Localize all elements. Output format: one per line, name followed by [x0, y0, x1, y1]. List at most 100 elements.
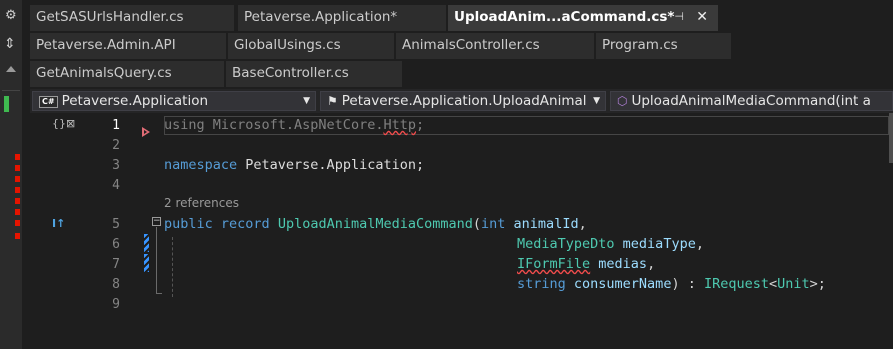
tab-basecontroller[interactable]: BaseController.cs	[226, 61, 402, 87]
type-name: Unit	[777, 276, 810, 292]
tab-row-1: GetSASUrlsHandler.cs Petaverse.Applicati…	[30, 5, 893, 31]
namespace-text: Microsoft.AspNetCore.	[204, 117, 384, 133]
error-token: IFormFile	[517, 256, 591, 272]
tab-label: Petaverse.Application*	[244, 9, 398, 25]
line-number: 3	[112, 158, 120, 173]
punct: (	[472, 216, 482, 232]
tab-uploadanimalmediacommand[interactable]: UploadAnim...aCommand.cs* ⊣ ✕	[448, 5, 718, 31]
quick-actions-icon[interactable]: {}⊠	[52, 117, 75, 130]
tab-label: UploadAnim...aCommand.cs*	[454, 9, 675, 25]
collapse-region-button[interactable]: −	[152, 217, 161, 226]
error-marker[interactable]	[15, 233, 20, 239]
code-line-1[interactable]: using Microsoft.AspNetCore.Http;	[164, 117, 424, 133]
keyword: using	[164, 117, 205, 133]
keyword: public	[164, 216, 213, 232]
error-marker[interactable]	[15, 165, 20, 171]
tab-globalusings[interactable]: GlobalUsings.cs	[228, 33, 394, 59]
error-marker[interactable]	[15, 198, 20, 204]
project-dropdown[interactable]: C# Petaverse.Application ▼	[32, 91, 316, 111]
line-number: 6	[112, 237, 120, 252]
split-editor-icon[interactable]: ⇕	[4, 36, 16, 52]
chevron-down-icon: ▼	[303, 96, 310, 106]
navigation-bar: C# Petaverse.Application ▼ ⚑ Petaverse.App…	[30, 89, 893, 113]
type-name: IRequest	[703, 276, 769, 292]
punct: ,	[578, 216, 587, 232]
member-dropdown[interactable]: ⬡ UploadAnimalMediaCommand(int a	[610, 91, 893, 111]
code-line-6[interactable]: MediaTypeDto mediaType,	[517, 236, 704, 252]
tab-label: Program.cs	[602, 37, 678, 53]
tab-label: GetAnimalsQuery.cs	[36, 65, 172, 81]
line-number: 4	[112, 178, 120, 193]
punct: >;	[809, 276, 826, 292]
vertical-scrollbar[interactable]	[889, 113, 893, 163]
error-marker[interactable]	[15, 176, 20, 182]
code-line-3[interactable]: namespace Petaverse.Application;	[164, 157, 424, 173]
fold-line	[156, 227, 158, 293]
gear-icon[interactable]: ⚙	[5, 8, 17, 23]
fold-line-end	[156, 293, 162, 294]
divider	[2, 90, 20, 91]
line-number: 7	[112, 257, 120, 272]
tab-label: AnimalsController.cs	[402, 37, 540, 53]
breakpoint-arrow-inner	[144, 130, 147, 134]
punct: ;	[415, 117, 425, 133]
tab-label: Petaverse.Admin.API	[36, 37, 176, 53]
type-name: Petaverse.Application.UploadAnimal	[341, 93, 587, 109]
tab-petaverse-admin-api[interactable]: Petaverse.Admin.API	[30, 33, 226, 59]
tab-program[interactable]: Program.cs	[596, 33, 731, 59]
punct: ,	[647, 256, 656, 272]
code-line-8[interactable]: string consumerName) : IRequest<Unit>;	[517, 276, 826, 292]
method-cube-icon: ⬡	[617, 94, 628, 108]
parameter: animalId	[505, 216, 579, 232]
tab-animalscontroller[interactable]: AnimalsController.cs	[396, 33, 594, 59]
error-marker[interactable]	[15, 220, 20, 226]
project-name: Petaverse.Application	[61, 93, 209, 109]
code-editor[interactable]: {}⊠ I↑ 1 2 3 4 5 6 7 8 9 using Microsoft…	[30, 113, 893, 349]
line-number: 5	[112, 217, 120, 232]
punct: <	[769, 276, 778, 292]
type-name: MediaTypeDto	[517, 236, 615, 252]
type-name: UploadAnimalMediaCommand	[269, 216, 473, 232]
tab-getsasurlshandler[interactable]: GetSASUrlsHandler.cs	[30, 5, 234, 31]
saved-change-marker	[4, 96, 9, 112]
error-marker[interactable]	[15, 209, 20, 215]
error-token: Http	[383, 117, 416, 133]
tab-petaverse-application[interactable]: Petaverse.Application*	[238, 5, 446, 31]
keyword: record	[212, 216, 270, 232]
error-marker[interactable]	[15, 154, 20, 160]
line-number: 9	[112, 297, 120, 312]
left-tool-strip: ⚙ ⇕	[0, 0, 22, 349]
class-icon: ⚑	[327, 94, 338, 108]
parameter: consumerName	[565, 276, 672, 292]
code-line-5[interactable]: public record UploadAnimalMediaCommand(i…	[164, 216, 587, 232]
tab-label: GetSASUrlsHandler.cs	[36, 9, 184, 25]
keyword: namespace	[164, 157, 238, 173]
tab-label: BaseController.cs	[232, 65, 349, 81]
parameter: medias	[590, 256, 648, 272]
code-line-7[interactable]: IFormFile medias,	[517, 256, 655, 272]
change-marker	[144, 254, 149, 272]
member-name: UploadAnimalMediaCommand(int a	[631, 93, 871, 109]
references-codelens[interactable]: 2 references	[164, 196, 239, 210]
line-number: 2	[112, 138, 120, 153]
close-tab-icon[interactable]: ✕	[696, 5, 708, 29]
error-marker[interactable]	[15, 187, 20, 193]
chevron-down-icon: ▼	[593, 96, 600, 106]
tab-row-3: GetAnimalsQuery.cs BaseController.cs	[30, 61, 893, 87]
punct: ) :	[671, 276, 704, 292]
parameter: mediaType	[614, 236, 696, 252]
type-dropdown[interactable]: ⚑ Petaverse.Application.UploadAnimal ▼	[320, 91, 606, 111]
csharp-project-icon: C#	[39, 96, 58, 108]
tab-row-2: Petaverse.Admin.API GlobalUsings.cs Anim…	[30, 33, 893, 59]
punct: ,	[695, 236, 704, 252]
tab-label: GlobalUsings.cs	[234, 37, 341, 53]
scroll-up-arrow-icon[interactable]	[6, 66, 16, 72]
line-number: 8	[112, 277, 120, 292]
pin-tab-icon[interactable]: ⊣	[674, 5, 684, 29]
implementation-icon[interactable]: I↑	[52, 217, 65, 230]
line-number: 1	[112, 118, 120, 133]
keyword: string	[517, 276, 566, 292]
indent-guide	[172, 237, 174, 297]
keyword: int	[481, 216, 506, 232]
tab-getanimalsquery[interactable]: GetAnimalsQuery.cs	[30, 61, 224, 87]
